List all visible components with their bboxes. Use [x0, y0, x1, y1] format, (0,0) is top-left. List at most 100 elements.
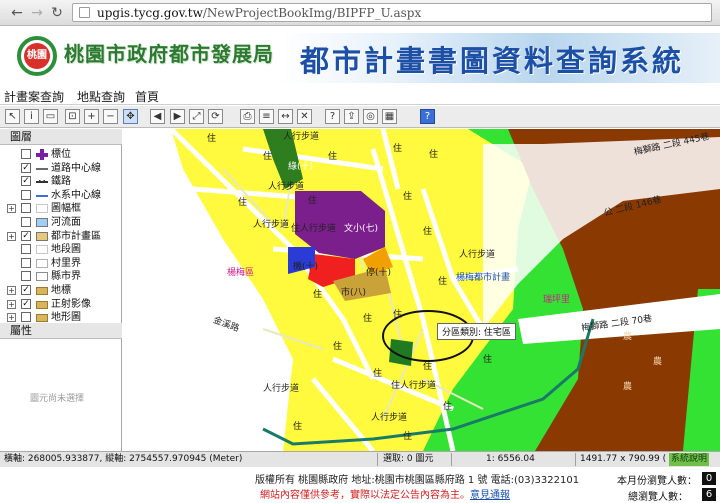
map-label-school-small: 機(十) — [293, 262, 319, 272]
layer-checkbox[interactable]: ✓ — [21, 176, 31, 187]
properties-panel-title: 屬性 — [0, 323, 122, 339]
expand-toggle-icon[interactable]: + — [7, 286, 16, 295]
disclaimer-message: 網站內容僅供參考，實際以法定公告內容為主。 — [260, 490, 470, 501]
measure-icon[interactable]: ↔ — [278, 109, 293, 124]
residential-marker: 住 — [403, 432, 413, 442]
layers-panel-title: 圖層 — [0, 129, 122, 145]
map-label-walkway-8: 住人行步道 — [391, 381, 437, 391]
zoom-next-icon[interactable]: ▶ — [170, 109, 185, 124]
map-label-walkway-7: 住人行步道 — [291, 224, 337, 234]
layer-checkbox[interactable]: ✓ — [21, 298, 31, 309]
refresh-map-icon[interactable]: ⟳ — [208, 109, 223, 124]
menu-location-query[interactable]: 地點查詢 — [77, 88, 125, 105]
buffer-icon[interactable]: ◎ — [363, 109, 378, 124]
page-footer: 版權所有 桃園縣政府 地址:桃園市桃園區縣府路 1 號 電話:(03)33221… — [0, 468, 720, 503]
layer-symbol-icon — [36, 231, 48, 242]
layer-row[interactable]: 河流面 — [0, 216, 122, 230]
layer-checkbox[interactable] — [21, 217, 31, 227]
layer-checkbox[interactable]: ✓ — [21, 162, 31, 173]
menu-home[interactable]: 首頁 — [135, 88, 159, 105]
forward-arrow-icon[interactable]: → — [28, 4, 46, 22]
properties-empty-text: 圖元尚未選擇 — [30, 394, 85, 404]
clear-icon[interactable]: ✕ — [297, 109, 312, 124]
agency-name: 桃園市政府都市發展局 — [64, 42, 274, 66]
residential-marker: 住 — [423, 227, 433, 237]
residential-marker: 住 — [393, 310, 403, 320]
layer-row[interactable]: + ✓ 都市計畫區 — [0, 230, 122, 244]
back-arrow-icon[interactable]: ← — [8, 4, 26, 22]
agricultural-marker: 農 — [653, 357, 663, 367]
layer-row[interactable]: 地段圖 — [0, 243, 122, 257]
expand-toggle-icon[interactable]: + — [7, 231, 16, 241]
layer-label: 都市計畫區 — [51, 230, 101, 242]
select-box-icon[interactable]: ▭ — [43, 109, 58, 124]
feedback-link[interactable]: 意見通報 — [470, 490, 510, 501]
browser-toolbar: ← → ↻ upgis.tycg.gov.tw/NewProjectBookIm… — [0, 0, 720, 26]
logo-text: 桃園 — [24, 43, 50, 69]
map-label-market: 市(八) — [341, 288, 367, 298]
layer-symbol-icon — [36, 285, 48, 296]
menu-plan-query[interactable]: 計畫案查詢 — [4, 88, 64, 105]
layer-label: 河流面 — [51, 217, 81, 228]
layer-checkbox[interactable] — [21, 149, 31, 159]
print-icon[interactable]: ⎙ — [240, 109, 255, 124]
agricultural-marker: 農 — [623, 382, 633, 392]
layer-row[interactable]: 水系中心線 — [0, 189, 122, 203]
layer-symbol-icon — [36, 244, 48, 255]
outside-boundary-area — [123, 129, 293, 451]
copyright-text: 版權所有 桃園縣政府 地址:桃園市桃園區縣府路 1 號 電話:(03)33221… — [255, 475, 580, 486]
zoom-previous-icon[interactable]: ◀ — [150, 109, 165, 124]
map-label-walkway-4: 人行步道 — [459, 250, 496, 260]
address-bar[interactable]: upgis.tycg.gov.tw/NewProjectBookImg/BIPF… — [72, 3, 712, 22]
layer-symbol-icon — [36, 299, 48, 310]
layer-checkbox[interactable] — [21, 189, 31, 200]
query-icon[interactable]: ? — [325, 109, 340, 124]
extent-readout: 1491.77 x 790.99 (公 — [580, 454, 666, 464]
system-help-button[interactable]: 系統說明 — [669, 453, 710, 466]
zoom-box-icon[interactable]: ⊡ — [65, 109, 80, 124]
export-icon[interactable]: ⇪ — [344, 109, 359, 124]
residential-marker: 住 — [263, 152, 273, 162]
residential-marker: 住 — [328, 152, 338, 162]
disclaimer-text: 網站內容僅供參考，實際以法定公告內容為主。意見通報 — [260, 486, 510, 501]
layer-checkbox[interactable]: ✓ — [21, 230, 31, 241]
expand-toggle-icon[interactable]: + — [7, 313, 16, 323]
layer-checkbox[interactable] — [21, 312, 31, 323]
map-canvas[interactable] — [123, 129, 720, 451]
layer-row[interactable]: + 圖幅框 — [0, 202, 122, 216]
expand-toggle-icon[interactable]: + — [7, 204, 16, 214]
layer-checkbox[interactable] — [21, 271, 31, 282]
pan-hand-icon[interactable]: ✥ — [123, 109, 138, 124]
zoom-in-icon[interactable]: + — [84, 109, 99, 124]
table-icon[interactable]: ▦ — [382, 109, 397, 124]
residential-marker: 住 — [483, 355, 493, 365]
select-arrow-icon[interactable]: ↖ — [5, 109, 20, 124]
monthly-visits-counter: 0 — [702, 472, 716, 485]
page-icon — [79, 7, 90, 18]
map-view[interactable]: 人行步道 人行步道 人行步道 人行步道 人行步道 人行步道 住人行步道 住人行步道 文小(七) 市… — [123, 129, 720, 451]
full-extent-icon[interactable]: ⤢ — [189, 109, 204, 124]
layer-row[interactable]: 標位 — [0, 148, 122, 162]
layer-list-icon[interactable]: ≡ — [259, 109, 274, 124]
layer-row[interactable]: 縣市界 — [0, 270, 122, 284]
expand-toggle-icon[interactable]: + — [7, 299, 16, 309]
layer-row[interactable]: + ✓ 地標 — [0, 284, 122, 298]
help-icon[interactable]: ? — [420, 109, 435, 124]
layer-row[interactable]: ✓ 道路中心線 — [0, 162, 122, 176]
layer-row[interactable]: + ✓ 正射影像 — [0, 298, 122, 312]
status-bar: 橫軸: 268005.933877, 縱軸: 2754557.970945 (M… — [0, 451, 720, 467]
layer-checkbox[interactable] — [21, 244, 31, 255]
layer-row[interactable]: ✓ 鐵路 — [0, 175, 122, 189]
reload-icon[interactable]: ↻ — [48, 4, 66, 22]
layer-row[interactable]: 村里界 — [0, 257, 122, 271]
map-label-walkway-6: 人行步道 — [371, 413, 408, 423]
layer-label: 縣市界 — [51, 271, 81, 283]
layer-checkbox[interactable] — [21, 203, 31, 214]
layer-checkbox[interactable] — [21, 257, 31, 268]
zoom-out-icon[interactable]: − — [103, 109, 118, 124]
layer-symbol-icon — [36, 217, 48, 228]
layer-label: 標位 — [51, 149, 71, 160]
identify-icon[interactable]: i — [24, 109, 39, 124]
layer-symbol-icon — [36, 312, 48, 323]
layer-checkbox[interactable]: ✓ — [21, 285, 31, 295]
